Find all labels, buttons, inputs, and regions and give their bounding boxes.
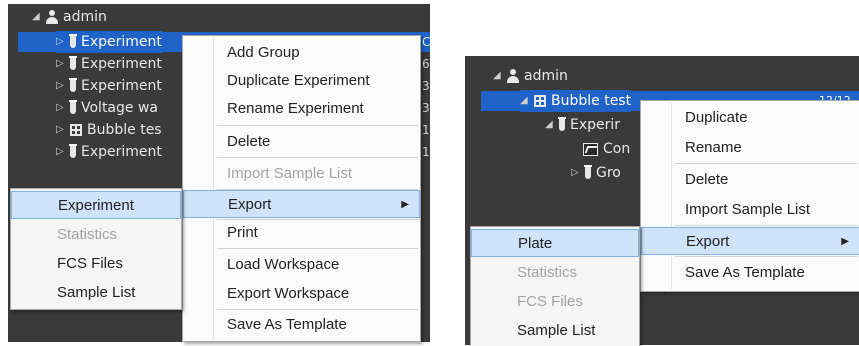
submenu-item-statistics: Statistics <box>57 226 118 243</box>
collapsed-arrow-icon[interactable]: ▷ <box>56 97 70 119</box>
menu-separator <box>217 248 418 249</box>
tree-column-value: 3 <box>422 79 430 93</box>
collapsed-arrow-icon[interactable]: ▷ <box>56 53 70 75</box>
tree-root-label: admin <box>524 68 568 84</box>
menu-item-export-label: Export <box>686 233 730 250</box>
tree-column-value: 3 <box>422 101 430 115</box>
tree-item-label: Con <box>603 141 631 157</box>
menu-item-save-as-template[interactable]: Save As Template <box>641 259 859 287</box>
tree-item-label: Gro <box>596 165 621 181</box>
menu-item-export[interactable]: Export ▶ <box>641 227 859 255</box>
context-menu: Add Group Duplicate Experiment Rename Ex… <box>182 35 421 342</box>
collapsed-arrow-icon[interactable]: ▷ <box>56 75 70 97</box>
tree-column-value: 6 <box>422 57 430 71</box>
plate-icon <box>534 95 546 107</box>
menu-item-export[interactable]: Export ▶ <box>183 190 420 218</box>
tree-item-label: Voltage wa <box>81 100 158 116</box>
menu-separator <box>675 163 858 164</box>
menu-item-rename-experiment[interactable]: Rename Experiment <box>183 95 420 123</box>
menu-item-duplicate[interactable]: Duplicate <box>641 104 859 132</box>
tree-item-label: Experiment <box>81 144 162 160</box>
menu-separator <box>675 256 858 257</box>
menu-item-load-workspace[interactable]: Load Workspace <box>183 251 420 279</box>
expanded-arrow-icon[interactable]: ◢ <box>545 114 559 136</box>
collapsed-arrow-icon[interactable]: ▷ <box>571 162 585 184</box>
expanded-arrow-icon[interactable]: ◢ <box>520 90 534 112</box>
collapsed-arrow-icon[interactable]: ▷ <box>56 31 70 53</box>
tube-icon <box>69 100 77 114</box>
expanded-arrow-icon[interactable]: ◢ <box>493 65 507 87</box>
export-submenu: Plate Statistics FCS Files Sample List <box>470 226 640 346</box>
submenu-item-sample-list[interactable]: Sample List <box>11 279 181 307</box>
tree-item-label: Bubble tes <box>87 122 162 138</box>
tree-item-group[interactable]: ▷ Gro <box>571 162 621 184</box>
tube-icon <box>69 78 77 92</box>
menu-item-import-sample-list: Import Sample List <box>227 165 353 182</box>
menu-item-export-workspace[interactable]: Export Workspace <box>183 280 420 308</box>
tree-root-admin[interactable]: ◢ admin <box>32 6 107 28</box>
menu-separator <box>217 309 418 310</box>
tree-root-admin[interactable]: ◢ admin <box>493 65 568 87</box>
menu-item-duplicate-experiment[interactable]: Duplicate Experiment <box>183 67 420 95</box>
menu-separator <box>217 157 418 158</box>
tree-column-value: 1 <box>422 145 430 159</box>
menu-item-import-sample-list[interactable]: Import Sample List <box>641 196 859 224</box>
menu-item-save-as-template[interactable]: Save As Template <box>183 311 420 339</box>
submenu-item-plate[interactable]: Plate <box>471 229 639 257</box>
tree-item-compensation[interactable]: Con <box>583 138 630 160</box>
tree-item-label: Bubble test <box>551 93 632 109</box>
menu-item-print[interactable]: Print <box>183 219 420 247</box>
submenu-item-sample-list[interactable]: Sample List <box>471 317 639 345</box>
expanded-arrow-icon[interactable]: ◢ <box>32 6 46 28</box>
tube-icon <box>69 34 77 48</box>
submenu-item-statistics: Statistics <box>517 264 578 281</box>
user-icon <box>507 69 519 83</box>
tree-item-experiment[interactable]: ▷ Experiment <box>56 75 162 97</box>
submenu-arrow-icon: ▶ <box>401 199 409 210</box>
plate-icon <box>70 124 82 136</box>
collapsed-arrow-icon[interactable]: ▷ <box>56 141 70 163</box>
menu-item-delete[interactable]: Delete <box>641 166 859 194</box>
tube-icon <box>584 165 592 179</box>
submenu-item-fcs-files: FCS Files <box>517 293 583 310</box>
menu-item-delete[interactable]: Delete <box>183 128 420 156</box>
collapsed-arrow-icon[interactable]: ▷ <box>56 119 70 141</box>
menu-item-rename[interactable]: Rename <box>641 134 859 162</box>
tree-item-experiment-selected[interactable]: ▷ Experiment <box>56 31 162 53</box>
menu-item-export-label: Export <box>228 196 272 213</box>
menu-separator <box>675 225 858 226</box>
tree-root-label: admin <box>63 9 107 25</box>
tree-column-value: 1 <box>422 123 430 137</box>
menu-item-add-group[interactable]: Add Group <box>183 39 420 67</box>
tree-item-experiment[interactable]: ▷ Experiment <box>56 53 162 75</box>
tube-icon <box>69 144 77 158</box>
tube-icon <box>558 117 566 131</box>
submenu-arrow-icon: ▶ <box>841 236 849 247</box>
chart-icon <box>583 142 598 156</box>
tree-item-label: Experiment <box>81 34 162 50</box>
tree-column-value: C <box>422 35 430 49</box>
tree-item-voltage[interactable]: ▷ Voltage wa <box>56 97 158 119</box>
tube-icon <box>69 56 77 70</box>
tree-item-experiment[interactable]: ◢ Experir <box>545 114 620 136</box>
context-menu: Duplicate Rename Delete Import Sample Li… <box>640 100 859 292</box>
tree-item-label: Experiment <box>81 78 162 94</box>
submenu-item-fcs-files[interactable]: FCS Files <box>11 250 181 278</box>
tree-item-label: Experiment <box>81 56 162 72</box>
submenu-item-experiment[interactable]: Experiment <box>11 191 181 219</box>
user-icon <box>46 10 58 24</box>
tree-item-experiment[interactable]: ▷ Experiment <box>56 141 162 163</box>
tree-item-bubble-test[interactable]: ▷ Bubble tes <box>56 119 162 141</box>
export-submenu: Experiment Statistics FCS Files Sample L… <box>10 188 182 310</box>
tree-item-label: Experir <box>570 117 621 133</box>
tree-item-bubble-test-selected[interactable]: ◢ Bubble test <box>520 90 632 112</box>
menu-separator <box>217 125 418 126</box>
